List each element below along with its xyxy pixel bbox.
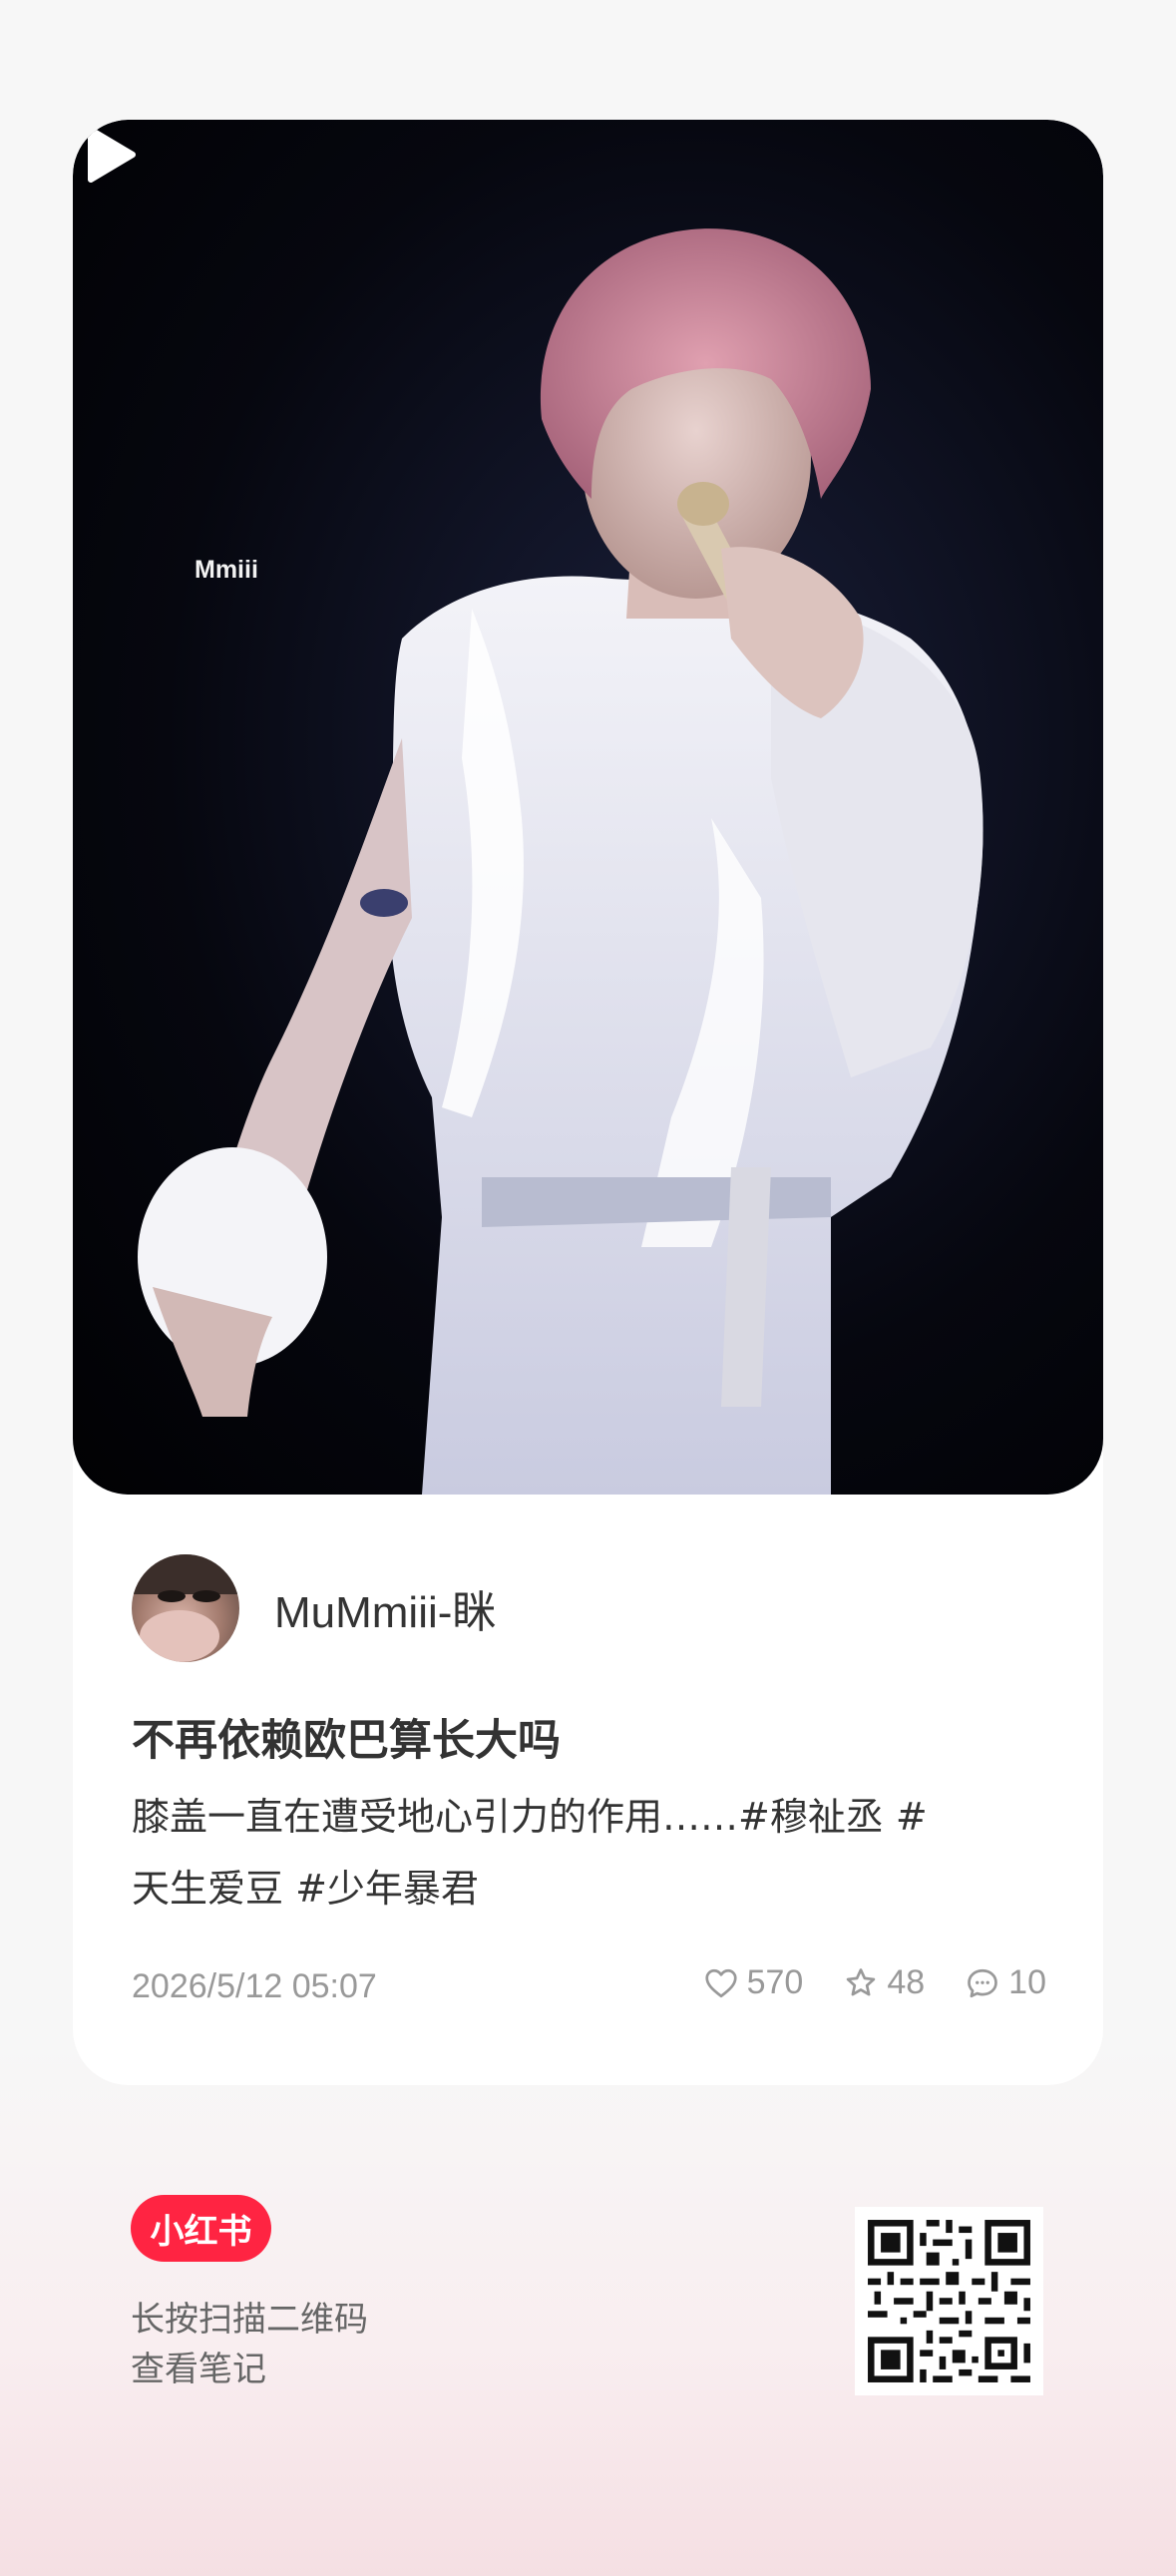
author-name[interactable]: MuMmiii-眯	[274, 1576, 496, 1640]
collect-count: 48	[887, 1963, 926, 2001]
post-description: 膝盖一直在遭受地心引力的作用……#穆祉丞 # 天生爱豆 #少年暴君	[132, 1781, 1049, 1925]
scan-hint-line-2: 查看笔记	[131, 2350, 266, 2389]
avatar-image	[132, 1554, 239, 1662]
post-date: 2026/5/12 05:07	[132, 1967, 377, 2005]
comment-stat[interactable]: 10	[965, 1963, 1046, 2002]
scan-hint-line-1: 长按扫描二维码	[131, 2300, 368, 2340]
star-icon	[847, 1967, 876, 1995]
description-line-1: 膝盖一直在遭受地心引力的作用……#穆祉丞 #	[132, 1795, 928, 1839]
qr-code[interactable]	[855, 2207, 1043, 2395]
collect-stat[interactable]: 48	[843, 1963, 925, 2002]
avatar[interactable]	[132, 1554, 239, 1662]
like-stat[interactable]: 570	[703, 1963, 804, 2002]
comment-count: 10	[1008, 1963, 1046, 2001]
heart-icon	[705, 1968, 737, 1997]
watermark: Mmiii	[195, 556, 258, 584]
like-count: 570	[746, 1963, 804, 2001]
brand-logo: 小红书	[131, 2195, 271, 2262]
scan-hint: 长按扫描二维码 查看笔记	[131, 2295, 368, 2394]
performer-photo	[138, 228, 983, 1495]
cover-image[interactable]: Mmiii	[73, 120, 1103, 1495]
author-row[interactable]: MuMmiii-眯	[132, 1554, 496, 1662]
qr-code-icon	[855, 2207, 1043, 2395]
comment-icon	[968, 1968, 998, 1997]
play-icon[interactable]	[73, 120, 143, 190]
post-title: 不再依赖欧巴算长大吗	[132, 1716, 561, 1766]
description-line-2: 天生爱豆 #少年暴君	[132, 1867, 479, 1911]
post-card[interactable]: Mmiii MuMmiii-眯 不再依赖欧巴算长大吗 膝盖一直在遭受地心引力的作…	[73, 120, 1103, 2085]
post-stats: 570 48 10	[663, 1963, 1046, 2002]
